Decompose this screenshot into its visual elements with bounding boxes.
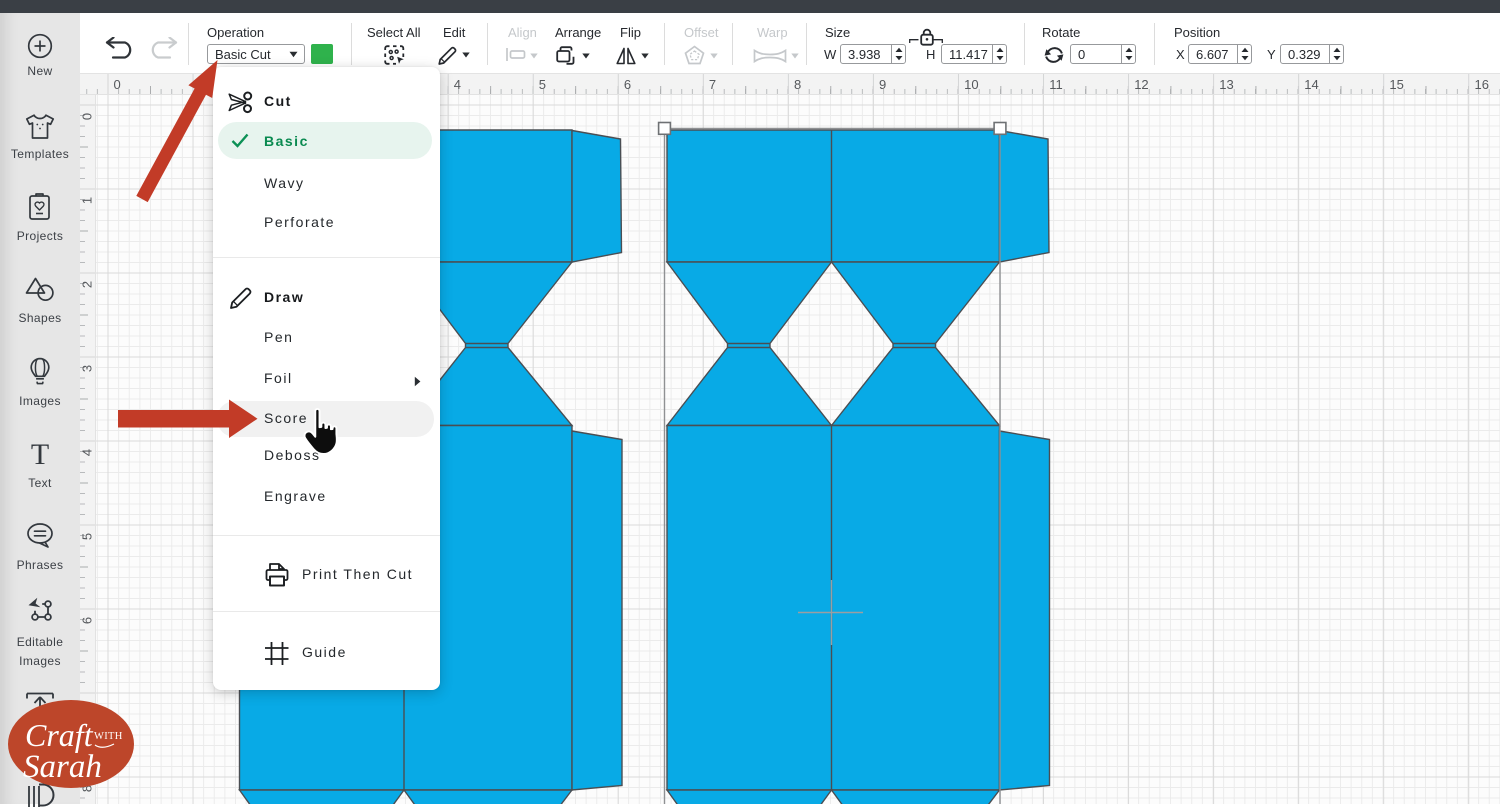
svg-text:Sarah: Sarah [23, 749, 102, 785]
svg-text:Craft: Craft [25, 717, 94, 753]
svg-text:WITH: WITH [94, 731, 123, 742]
svg-text:T: T [31, 440, 49, 469]
